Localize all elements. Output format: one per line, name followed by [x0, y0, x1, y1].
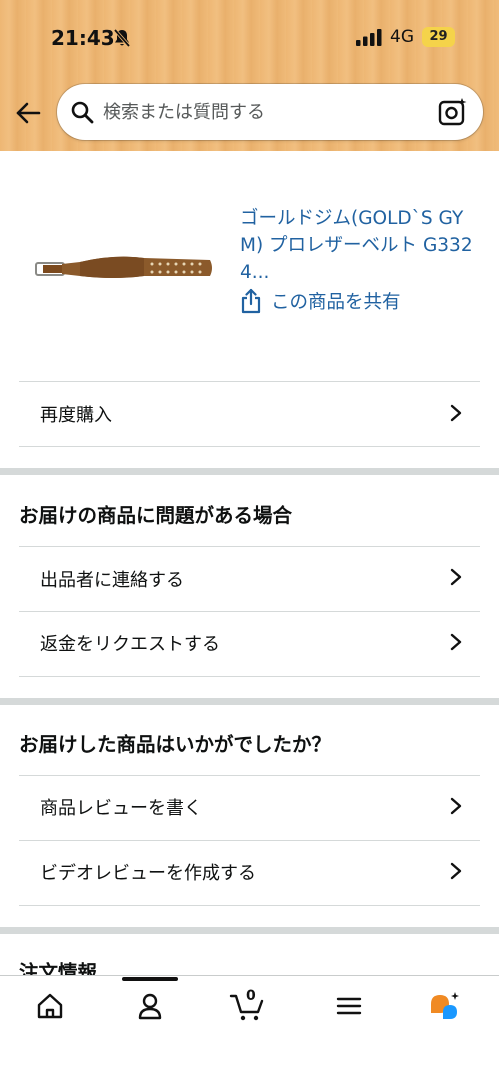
share-icon: [241, 288, 261, 314]
account-icon[interactable]: [135, 990, 165, 1022]
section-separator: [0, 927, 499, 934]
menu-icon[interactable]: [335, 990, 365, 1022]
divider: [19, 446, 480, 447]
divider: [19, 676, 480, 677]
chevron-right-icon: [450, 862, 462, 880]
review-section-heading: お届けした商品はいかがでしたか？: [19, 733, 332, 756]
status-time: 21:43: [51, 26, 115, 50]
product-title-link[interactable]: ゴールドジム(GOLD`S GYM) プロレザーベルト G3324...: [240, 205, 475, 286]
chevron-right-icon: [450, 404, 462, 422]
app-header: 21:43 4G 29: [0, 0, 499, 151]
contact-seller-row[interactable]: 出品者に連絡する: [19, 547, 480, 611]
product-image[interactable]: [34, 252, 214, 284]
signal-icon: [356, 29, 382, 46]
section-separator: [0, 468, 499, 475]
rufus-icon[interactable]: [428, 990, 464, 1022]
search-icon: [71, 101, 94, 124]
chevron-right-icon: [450, 633, 462, 651]
write-review-label: 商品レビューを書く: [40, 798, 202, 819]
request-refund-row[interactable]: 返金をリクエストする: [19, 612, 480, 676]
buy-again-label: 再度購入: [40, 405, 112, 426]
back-arrow-icon[interactable]: [14, 99, 42, 127]
problem-section-heading: お届けの商品に問題がある場合: [19, 504, 293, 527]
battery-badge: 29: [422, 27, 455, 47]
bell-muted-icon: [113, 28, 131, 48]
camera-search-icon[interactable]: [438, 97, 468, 127]
network-type: 4G: [390, 27, 414, 47]
buy-again-row[interactable]: 再度購入: [19, 382, 480, 446]
search-bar[interactable]: [57, 84, 483, 140]
section-separator: [0, 698, 499, 705]
chevron-right-icon: [450, 797, 462, 815]
active-tab-indicator: [122, 977, 178, 981]
request-refund-label: 返金をリクエストする: [40, 634, 220, 655]
cart-count: 0: [246, 988, 256, 1004]
home-icon[interactable]: [35, 990, 65, 1022]
share-label: この商品を共有: [271, 292, 401, 313]
share-product-link[interactable]: この商品を共有: [240, 286, 401, 316]
cart-button[interactable]: 0: [228, 988, 268, 1022]
divider: [19, 905, 480, 906]
write-review-row[interactable]: 商品レビューを書く: [19, 776, 480, 840]
chevron-right-icon: [450, 568, 462, 586]
video-review-row[interactable]: ビデオレビューを作成する: [19, 841, 480, 905]
video-review-label: ビデオレビューを作成する: [40, 863, 256, 884]
status-bar: 21:43 4G 29: [0, 0, 499, 72]
contact-seller-label: 出品者に連絡する: [40, 570, 184, 591]
search-input[interactable]: [103, 96, 423, 128]
